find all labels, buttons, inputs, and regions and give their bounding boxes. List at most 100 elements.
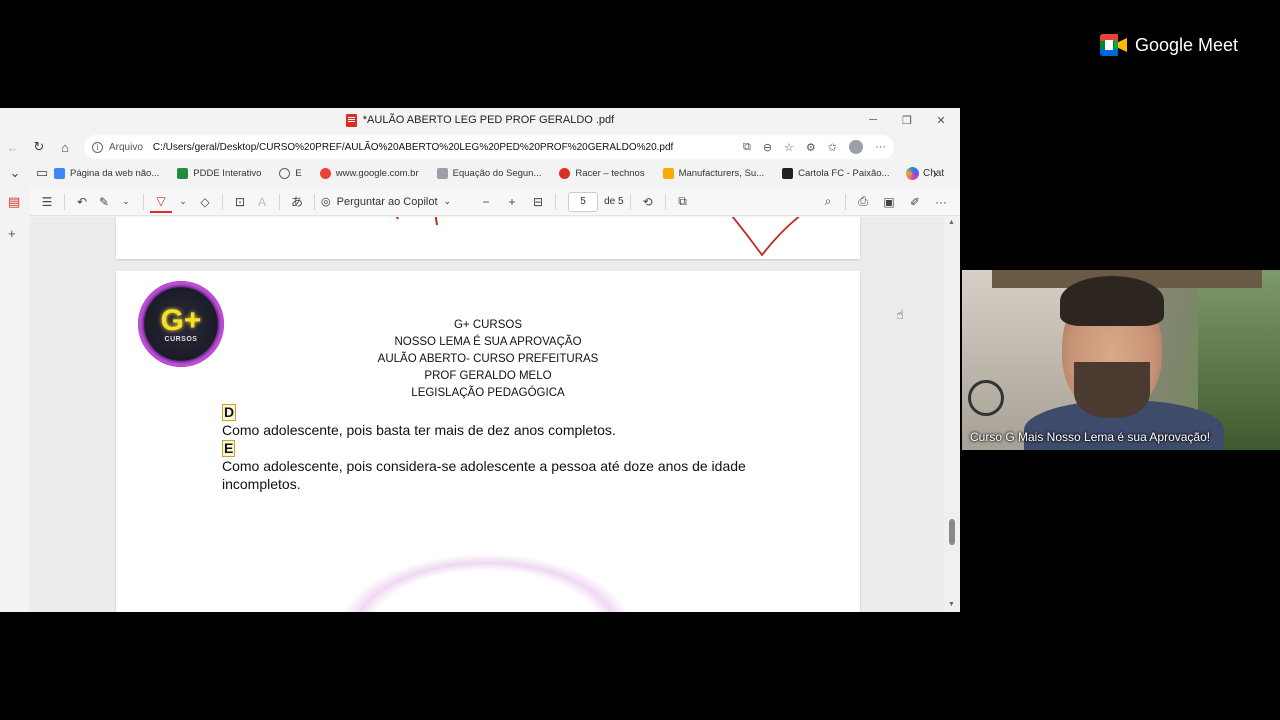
address-bar[interactable]: i Arquivo C:/Users/geral/Desktop/CURSO%2… <box>84 135 894 159</box>
page-number-input[interactable]: 5 <box>568 191 599 212</box>
globe-icon <box>279 167 291 179</box>
participant-name: Curso G Mais Nosso Lema é sua Aprovação! <box>970 430 1211 444</box>
scroll-down-icon[interactable]: ▼ <box>948 601 955 608</box>
more-icon[interactable]: ··· <box>930 191 952 213</box>
highlight-icon[interactable]: ✎ <box>93 191 115 213</box>
pdf-tab-icon[interactable]: ▤ <box>8 194 20 210</box>
ink-annotation <box>395 217 800 257</box>
eraser-icon[interactable]: ◇ <box>194 191 216 213</box>
chevron-down-icon[interactable]: ⌄ <box>0 165 30 181</box>
print-icon[interactable]: ⎙ <box>852 191 874 213</box>
text-box-icon[interactable]: ⊡ <box>229 191 251 213</box>
save-icon[interactable]: ▣ <box>878 191 900 213</box>
pdf-file-icon <box>345 113 357 127</box>
favorite-star-icon[interactable]: ☆ <box>784 141 794 154</box>
page-total: de 5 <box>604 196 624 207</box>
save-as-icon[interactable]: ✐ <box>904 191 926 213</box>
close-icon[interactable]: ✕ <box>924 114 958 127</box>
decorative-circle <box>336 553 636 612</box>
pdf-viewer[interactable]: G+ CURSOS G+ CURSOS NOSSO LEMA É SUA APR… <box>30 217 960 612</box>
vertical-scrollbar[interactable]: ▲ ▼ <box>944 217 960 612</box>
zoom-in-icon[interactable]: + <box>501 191 523 213</box>
toolbar-divider <box>845 193 846 210</box>
contents-icon[interactable]: ☰ <box>36 191 58 213</box>
draw-icon[interactable]: ▽ <box>150 191 172 213</box>
window-controls: ─ ❐ ✕ <box>856 108 958 132</box>
scroll-up-icon[interactable]: ▲ <box>948 219 955 226</box>
address-chip: Arquivo <box>109 141 143 153</box>
google-meet-icon <box>1100 34 1127 56</box>
bookmark-favicon-icon <box>177 167 189 179</box>
favorites-icon[interactable]: ✩ <box>828 141 837 154</box>
undo-icon[interactable]: ↶ <box>71 191 93 213</box>
extensions-icon[interactable]: ⚙ <box>806 141 816 154</box>
chevron-right-icon[interactable]: › <box>922 166 948 181</box>
chevron-down-icon[interactable]: ⌄ <box>115 191 137 213</box>
profile-avatar[interactable] <box>849 140 863 154</box>
bookmark-item[interactable]: Cartola FC - Paixão... <box>782 167 889 179</box>
bookmark-item[interactable]: Página da web não... <box>54 167 159 179</box>
header-line: PROF GERALDO MELO <box>424 370 552 382</box>
add-icon[interactable]: + <box>8 226 16 241</box>
google-meet-logo: Google Meet <box>1100 34 1238 56</box>
screen: *AULÃO ABERTO LEG PED PROF GERALDO .pdf … <box>0 0 1280 720</box>
question-options: D Como adolescente, pois basta ter mais … <box>222 403 762 493</box>
pdf-toolbar: ☰ ↶ ✎ ⌄ ▽ ⌄ ◇ ⊡ A あ ◎ Perguntar ao Copil… <box>30 188 960 216</box>
hand-cursor-icon: ☝ <box>896 307 904 322</box>
toolbar-divider <box>629 193 631 210</box>
google-meet-brand: Google Meet <box>1135 34 1239 55</box>
manufacturers-icon <box>662 167 674 179</box>
zoom-out-icon[interactable]: − <box>475 191 497 213</box>
page-view-icon[interactable]: ⧉ <box>672 191 694 213</box>
rotate-icon[interactable]: ⟲ <box>637 191 659 213</box>
bookmark-item[interactable]: Manufacturers, Su... <box>662 167 764 179</box>
pdf-page-current: G+ CURSOS G+ CURSOS NOSSO LEMA É SUA APR… <box>116 271 860 612</box>
video-background-wheel <box>968 380 1004 416</box>
chevron-down-icon: ⌄ <box>443 196 452 206</box>
browser-window: *AULÃO ABERTO LEG PED PROF GERALDO .pdf … <box>0 108 960 612</box>
info-icon[interactable]: i <box>92 141 103 153</box>
home-icon[interactable]: ⌂ <box>52 140 78 155</box>
zoom-icon[interactable]: ⊖ <box>763 141 772 154</box>
back-icon[interactable]: ← <box>0 140 26 155</box>
page-icon <box>436 167 448 179</box>
toolbar-divider <box>222 193 223 210</box>
toolbar-divider <box>664 193 666 210</box>
participant-video-tile[interactable]: Curso G Mais Nosso Lema é sua Aprovação! <box>962 270 1280 450</box>
read-aloud-icon[interactable]: A <box>251 191 273 213</box>
toolbar-divider <box>314 193 315 210</box>
header-line: AULÃO ABERTO- CURSO PREFEITURAS <box>377 353 599 365</box>
header-line: NOSSO LEMA É SUA APROVAÇÃO <box>394 336 582 348</box>
bookmark-item[interactable]: PDDE Interativo <box>177 167 261 179</box>
bookmark-item[interactable]: Racer – technos <box>559 167 645 179</box>
more-icon[interactable]: ··· <box>875 141 886 153</box>
option-e-text: Como adolescente, pois considera-se adol… <box>222 458 746 492</box>
restore-icon[interactable]: ❐ <box>890 114 924 127</box>
toolbar-divider <box>279 193 280 210</box>
option-e-letter: E <box>222 440 236 457</box>
participant-beard <box>1074 362 1150 418</box>
bookmark-item[interactable]: Equação do Segun... <box>436 167 541 179</box>
toolbar-divider <box>143 193 144 210</box>
search-icon[interactable]: ⌕ <box>817 191 839 213</box>
chevron-down-icon[interactable]: ⌄ <box>172 191 194 213</box>
bookmark-item[interactable]: E <box>279 167 302 179</box>
bookmark-item[interactable]: www.google.com.br <box>319 167 419 179</box>
minimize-icon[interactable]: ─ <box>856 114 890 126</box>
toolbar-divider <box>64 193 65 210</box>
refresh-icon[interactable]: ↻ <box>26 139 52 155</box>
scrollbar-thumb[interactable] <box>949 519 955 545</box>
translate-icon[interactable]: あ <box>286 191 308 213</box>
header-line: LEGISLAÇÃO PEDAGÓGICA <box>411 387 565 399</box>
ask-copilot-label: Perguntar ao Copilot <box>336 195 438 208</box>
fit-page-icon[interactable]: ⊟ <box>527 191 549 213</box>
address-url[interactable]: C:/Users/geral/Desktop/CURSO%20PREF/AULÃ… <box>153 142 673 153</box>
translate-icon[interactable]: ⧉ <box>743 141 751 154</box>
participant-hair <box>1060 276 1164 326</box>
ask-copilot-button[interactable]: ◎ Perguntar ao Copilot ⌄ <box>321 195 452 209</box>
tab-actions-icon[interactable]: ▭ <box>30 165 54 181</box>
title-bar: *AULÃO ABERTO LEG PED PROF GERALDO .pdf <box>0 108 960 132</box>
pdf-page-previous <box>116 217 860 259</box>
google-icon <box>319 167 331 179</box>
option-d-text: Como adolescente, pois basta ter mais de… <box>222 422 616 438</box>
